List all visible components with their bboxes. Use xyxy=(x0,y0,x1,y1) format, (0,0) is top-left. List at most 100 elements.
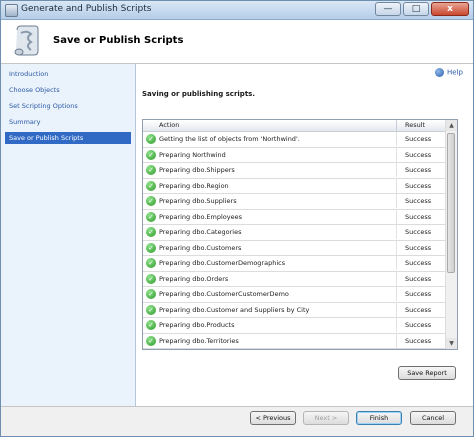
table-row[interactable]: ✓ Preparing Northwind Success xyxy=(143,147,445,163)
table-row[interactable]: ✓ Preparing dbo.Customer and Suppliers by… xyxy=(143,302,445,318)
table-row[interactable]: ✓ Preparing dbo.Territories Success xyxy=(143,333,445,349)
column-divider xyxy=(396,120,397,131)
row-action: Preparing dbo.Categories xyxy=(159,228,242,236)
minimize-button[interactable]: — xyxy=(375,2,401,16)
table-row[interactable]: ✓ Preparing dbo.Categories Success xyxy=(143,225,445,241)
row-action: Preparing dbo.Customer and Suppliers by … xyxy=(159,305,310,314)
scroll-up-arrow-icon[interactable]: ▲ xyxy=(446,120,457,131)
sidebar-item-save-or-publish-scripts[interactable]: Save or Publish Scripts xyxy=(5,132,131,144)
save-report-button[interactable]: Save Report xyxy=(398,366,456,380)
row-action: Preparing dbo.CustomerCustomerDemo xyxy=(159,290,289,298)
column-divider xyxy=(396,302,397,317)
sidebar-item-choose-objects[interactable]: Choose Objects xyxy=(5,84,131,96)
scroll-wizard-icon xyxy=(14,25,39,56)
column-divider xyxy=(396,318,397,332)
scroll-thumb[interactable] xyxy=(447,133,455,273)
table-row[interactable]: ✓ Preparing dbo.Customers Success xyxy=(143,240,445,256)
table-row[interactable]: ✓Preparing dbo.Ten Most Expensive Produc… xyxy=(143,349,445,350)
row-action: Preparing dbo.Customers xyxy=(159,243,242,252)
column-header-action[interactable]: Action xyxy=(159,120,179,131)
column-divider xyxy=(396,271,397,286)
row-result: Success xyxy=(405,336,432,345)
row-result: Success xyxy=(405,349,431,350)
row-action: Preparing dbo.Ten Most Expensive Product… xyxy=(159,349,395,350)
success-check-icon: ✓ xyxy=(146,196,156,206)
row-action: Preparing dbo.Region xyxy=(159,181,229,190)
table-row[interactable]: ✓ Getting the list of objects from 'North… xyxy=(143,132,445,148)
wizard-footer: < Previous Next > Finish Cancel xyxy=(1,406,473,436)
row-result: Success xyxy=(405,212,432,221)
row-action: Preparing dbo.Employees xyxy=(159,212,242,221)
table-row[interactable]: ✓ Preparing dbo.CustomerDemographics Succe… xyxy=(143,256,445,272)
row-action: Preparing dbo.CustomerDemographics xyxy=(159,259,286,267)
help-icon xyxy=(435,68,445,77)
row-action: Preparing dbo.Orders xyxy=(159,274,229,283)
row-result: Success xyxy=(405,150,432,159)
row-result: Success xyxy=(405,321,432,329)
column-divider xyxy=(396,194,397,208)
column-divider xyxy=(396,256,397,270)
table-row[interactable]: ✓ Preparing dbo.Shippers Success xyxy=(143,163,445,179)
success-check-icon: ✓ xyxy=(146,134,156,144)
previous-button[interactable]: < Previous xyxy=(250,411,296,425)
success-check-icon: ✓ xyxy=(146,289,156,299)
row-result: Success xyxy=(405,274,432,283)
maximize-button[interactable]: □ xyxy=(403,2,429,16)
app-icon xyxy=(5,4,18,17)
main-panel: Help Saving or publishing scripts. Actio… xyxy=(136,64,473,406)
row-result: Success xyxy=(405,135,432,143)
row-action: Preparing dbo.Products xyxy=(159,321,235,329)
cancel-button[interactable]: Cancel xyxy=(410,411,456,425)
vertical-scrollbar[interactable]: ▲ ▼ xyxy=(445,120,457,349)
column-divider xyxy=(396,147,397,162)
table-row[interactable]: ✓ Preparing dbo.Suppliers Success xyxy=(143,194,445,210)
success-check-icon: ✓ xyxy=(146,304,156,315)
scroll-down-arrow-icon[interactable]: ▼ xyxy=(446,338,457,349)
row-result: Success xyxy=(405,305,432,314)
wizard-header: Save or Publish Scripts xyxy=(1,20,473,64)
row-result: Success xyxy=(405,228,432,236)
wizard-window: Generate and Publish Scripts — □ x Save … xyxy=(0,0,474,437)
column-divider xyxy=(396,132,397,146)
finish-button[interactable]: Finish xyxy=(356,411,402,425)
help-label: Help xyxy=(447,68,463,77)
column-divider xyxy=(396,209,397,224)
table-row[interactable]: ✓ Preparing dbo.Orders Success xyxy=(143,271,445,287)
sidebar-item-set-scripting-options[interactable]: Set Scripting Options xyxy=(5,100,131,112)
next-button[interactable]: Next > xyxy=(303,411,349,425)
column-divider xyxy=(396,225,397,239)
page-title: Save or Publish Scripts xyxy=(53,35,184,46)
table-row[interactable]: ✓ Preparing dbo.CustomerCustomerDemo Succe… xyxy=(143,287,445,303)
success-check-icon: ✓ xyxy=(146,149,156,160)
success-check-icon: ✓ xyxy=(146,258,156,268)
section-title: Saving or publishing scripts. xyxy=(142,90,255,98)
row-action: Preparing dbo.Territories xyxy=(159,336,239,345)
success-check-icon: ✓ xyxy=(146,227,156,237)
sidebar-item-introduction[interactable]: Introduction xyxy=(5,68,131,80)
help-link[interactable]: Help xyxy=(435,68,463,77)
grid-rows: ✓ Getting the list of objects from 'North… xyxy=(143,132,445,350)
results-grid[interactable]: Action Result ✓ Getting the list of objec… xyxy=(142,119,458,350)
column-divider xyxy=(396,178,397,193)
close-button[interactable]: x xyxy=(431,2,469,16)
success-check-icon: ✓ xyxy=(146,273,156,284)
row-result: Success xyxy=(405,197,432,205)
column-divider xyxy=(396,240,397,255)
grid-header: Action Result xyxy=(143,120,445,132)
row-result: Success xyxy=(405,166,432,174)
success-check-icon: ✓ xyxy=(146,165,156,175)
row-action: Preparing dbo.Shippers xyxy=(159,166,235,174)
row-action: Preparing dbo.Suppliers xyxy=(159,197,237,205)
row-result: Success xyxy=(405,259,432,267)
title-bar: Generate and Publish Scripts — □ x xyxy=(1,1,473,20)
table-row[interactable]: ✓ Preparing dbo.Employees Success xyxy=(143,209,445,225)
table-row[interactable]: ✓ Preparing dbo.Products Success xyxy=(143,318,445,334)
row-action: Preparing Northwind xyxy=(159,150,226,159)
table-row[interactable]: ✓ Preparing dbo.Region Success xyxy=(143,178,445,194)
success-check-icon: ✓ xyxy=(146,335,156,346)
row-result: Success xyxy=(405,181,432,190)
column-divider xyxy=(396,333,397,348)
row-action: Getting the list of objects from 'Northw… xyxy=(159,135,300,143)
column-header-result[interactable]: Result xyxy=(405,120,425,131)
sidebar-item-summary[interactable]: Summary xyxy=(5,116,131,128)
